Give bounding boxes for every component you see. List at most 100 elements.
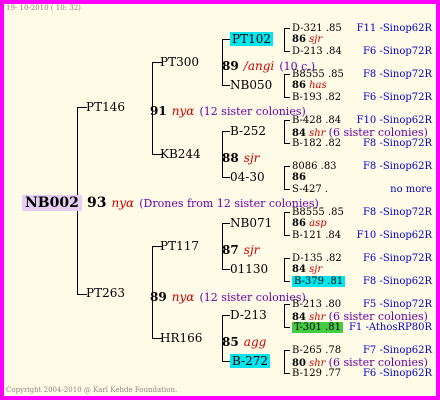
entry-id-wrap: 8086 .83 [292,161,337,172]
line [222,39,230,40]
mother-race: nyα [171,104,195,118]
mother-node[interactable]: PT146 [86,100,125,114]
d213-node[interactable]: D-213 [230,308,267,322]
pedigree-frame: 19- 10-2010 ( 10: 32) NB002 93 nyα (Dron… [0,0,440,400]
n01130-race: sjr [309,264,323,275]
right-entry[interactable]: T-301 .81 F1 -AthosRP80R [292,322,432,333]
entry-gen: .83 [320,161,337,172]
nb071-node[interactable]: NB071 [230,216,272,230]
hr166-summary: 85 agg [222,331,266,350]
entry-id: D-213 [292,46,323,57]
nb050-node[interactable]: NB050 [230,78,272,92]
father-summary: 89 nyα (12 sister colonies) [150,286,306,305]
n01130-summary: 84 sjr [292,264,322,275]
right-entry[interactable]: D-135 .82 F6 -Sinop72R [292,253,432,264]
n0430-summary: 86 [292,172,306,183]
n01130-id: 01130 [230,262,269,276]
line [284,281,290,282]
kb244-summary: 88 sjr [222,147,259,166]
entry-id-wrap: B8555 .85 [292,69,344,80]
entry-gen: . [324,184,329,195]
kb244-gen: 88 [222,151,239,165]
entry-id: B-428 [292,115,322,126]
entry-source: F7 -Sinop62R [362,345,432,356]
entry-id: T-301 [294,322,322,333]
entry-gen: .77 [325,368,342,379]
n01130-node[interactable]: 01130 [230,262,268,276]
b272-node[interactable]: B-272 [230,354,270,368]
father-note: (12 sister colonies) [199,291,306,304]
entry-id: D-135 [292,253,323,264]
entry-id-wrap: B-428 .84 [292,115,341,126]
entry-source: F11 -Sinop62R [356,23,432,34]
entry-id: B-129 [292,368,322,379]
header-date: 19- 10-2010 ( 10: 32) [6,4,81,12]
pt300-node[interactable]: PT300 [160,55,199,69]
line [284,189,290,190]
right-entry[interactable]: B-213 .80 F5 -Sinop72R [292,299,432,310]
n0430-node[interactable]: 04-30 [230,170,265,184]
entry-id-wrap: B-182 .82 [292,138,341,149]
pt300-gen: 89 [222,59,239,73]
mother-summary: 91 nyα (12 sister colonies) [150,100,306,119]
entry-source: F6 -Sinop62R [362,368,432,379]
entry-id: B-121 [292,230,322,241]
right-entry[interactable]: B8555 .85 F8 -Sinop72R [292,69,432,80]
entry-gen: .78 [325,345,342,356]
right-entry[interactable]: B-428 .84 F10 -Sinop62R [292,115,432,126]
hr166-race: agg [243,335,267,349]
entry-source: F8 -Sinop72R [362,69,432,80]
right-entry[interactable]: B-121 .84 F10 -Sinop62R [292,230,432,241]
line [284,120,285,143]
right-entry[interactable]: B-265 .78 F7 -Sinop62R [292,345,432,356]
father-node[interactable]: PT263 [86,286,125,300]
line [284,212,290,213]
pt102-node[interactable]: PT102 [230,32,273,46]
hr166-node[interactable]: HR166 [160,331,202,345]
entry-gen: .84 [325,230,342,241]
line [222,361,230,362]
right-entry[interactable]: D-321 .85 F11 -Sinop62R [292,23,432,34]
entry-gen: .81 [327,276,344,287]
entry-gen: .81 [325,322,341,333]
entry-id-wrap: D-135 .82 [292,253,342,264]
line [284,74,290,75]
nb050-id: NB050 [230,78,273,92]
right-entry[interactable]: S-427 . no more [292,184,432,195]
line [284,166,290,167]
b272-id: B-272 [230,354,270,368]
root-node[interactable]: NB002 93 nyα (Drones from 12 sister colo… [22,192,319,211]
line [284,166,285,189]
right-entry[interactable]: B-129 .77 F6 -Sinop62R [292,368,432,379]
line [284,258,290,259]
mother-note: (12 sister colonies) [199,105,306,118]
father-gen: 89 [150,290,167,304]
right-entry[interactable]: 8086 .83 F8 -Sinop62R [292,161,432,172]
entry-id: B-265 [292,345,322,356]
right-entry[interactable]: B-193 .82 F6 -Sinop72R [292,92,432,103]
line [222,269,230,270]
entry-gen: .85 [325,23,342,34]
kb244-race: sjr [243,151,260,165]
entry-id-wrap: D-213 .84 [292,46,342,57]
pt102-id: PT102 [230,32,273,46]
right-entry[interactable]: B8555 .85 F8 -Sinop72R [292,207,432,218]
entry-source: F5 -Sinop72R [362,299,432,310]
pt117-node[interactable]: PT117 [160,239,199,253]
pt117-id: PT117 [160,239,199,253]
kb244-node[interactable]: KB244 [160,147,201,161]
entry-source: F10 -Sinop62R [356,115,432,126]
right-entry[interactable]: D-213 .84 F6 -Sinop72R [292,46,432,57]
right-entry[interactable]: B-379 .81 F8 -Sinop62R [292,276,432,287]
entry-source: no more [390,184,432,195]
n01130-gen: 84 [292,264,306,275]
entry-id-wrap: B-213 .80 [292,299,341,310]
pt102-gen: 86 [292,34,306,45]
right-entry[interactable]: B-182 .82 F8 -Sinop72R [292,138,432,149]
entry-gen: .84 [325,115,342,126]
line [284,212,285,235]
entry-id: D-321 [292,23,323,34]
b252-node[interactable]: B-252 [230,124,266,138]
line [222,177,230,178]
entry-gen: .82 [325,253,342,264]
